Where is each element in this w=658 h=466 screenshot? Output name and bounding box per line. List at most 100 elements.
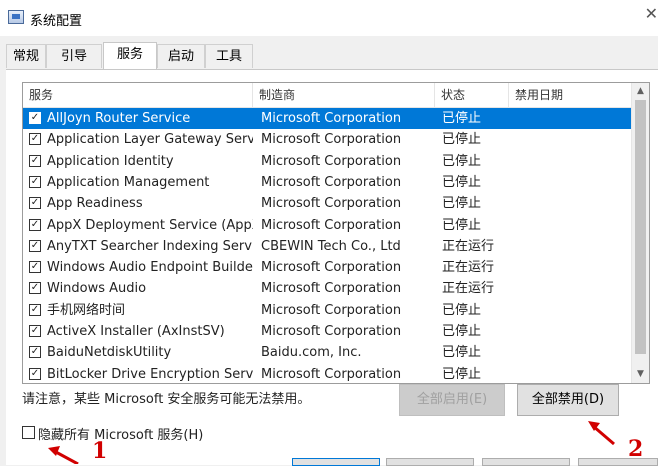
service-manufacturer: Microsoft Corporation: [261, 366, 402, 382]
service-disable-date: [515, 257, 625, 278]
disable-all-button[interactable]: 全部禁用(D): [517, 384, 619, 416]
table-row[interactable]: ✓ BaiduNetdiskUtility Baidu.com, Inc. 已停止: [23, 342, 631, 363]
service-status: 正在运行: [442, 260, 495, 276]
service-name: AllJoyn Router Service: [47, 111, 191, 126]
table-row[interactable]: ✓ Windows Audio Endpoint Builder Microsoft…: [23, 257, 631, 278]
service-name: BitLocker Drive Encryption Service: [47, 366, 253, 382]
service-disable-date: [515, 300, 625, 321]
service-status: 已停止: [442, 111, 482, 126]
service-checkbox[interactable]: ✓: [29, 154, 41, 167]
service-status: 正在运行: [442, 281, 495, 297]
service-manufacturer: Microsoft Corporation: [261, 196, 402, 212]
close-icon[interactable]: ✕: [645, 4, 658, 23]
table-row[interactable]: ✓ Application Layer Gateway Service Micros…: [23, 129, 631, 150]
table-row[interactable]: ✓ AppX Deployment Service (AppX... Microso…: [23, 215, 631, 236]
service-status: 已停止: [442, 217, 482, 233]
list-header: 服务 制造商 状态 禁用日期: [23, 83, 631, 108]
service-disable-date: [515, 151, 625, 172]
system-config-app-icon: [8, 10, 24, 24]
apply-button[interactable]: [482, 458, 570, 466]
service-manufacturer: Microsoft Corporation: [261, 153, 402, 169]
annotation-number-1: 1: [92, 438, 108, 464]
service-disable-date: [515, 215, 625, 236]
service-disable-date: [515, 236, 625, 257]
service-name: Application Management: [47, 174, 210, 190]
scroll-down-icon[interactable]: ▼: [632, 366, 649, 383]
service-manufacturer: Microsoft Corporation: [261, 111, 402, 126]
service-status: 正在运行: [442, 238, 495, 254]
service-checkbox[interactable]: ✓: [29, 367, 41, 380]
table-row[interactable]: ✓ AllJoyn Router Service Microsoft Corpora…: [23, 108, 631, 129]
hide-ms-services-checkbox[interactable]: [22, 426, 35, 439]
tab-tools[interactable]: 工具: [205, 44, 253, 68]
table-row[interactable]: ✓ ActiveX Installer (AxInstSV) Microsoft C…: [23, 321, 631, 342]
service-name: Windows Audio: [47, 281, 147, 297]
service-checkbox[interactable]: ✓: [29, 325, 41, 337]
service-manufacturer: Microsoft Corporation: [261, 302, 402, 318]
service-status: 已停止: [442, 345, 482, 361]
service-manufacturer: Microsoft Corporation: [261, 324, 402, 339]
column-header-status[interactable]: 状态: [435, 83, 509, 107]
service-manufacturer: CBEWIN Tech Co., Ltd: [261, 238, 401, 254]
service-checkbox[interactable]: ✓: [29, 346, 41, 359]
service-checkbox[interactable]: ✓: [29, 175, 41, 188]
service-name: BaiduNetdiskUtility: [47, 345, 172, 361]
ok-button[interactable]: [292, 458, 380, 466]
table-row[interactable]: ✓ Windows Audio Microsoft Corporation 正在运行: [23, 278, 631, 299]
service-disable-date: [515, 129, 625, 150]
service-checkbox[interactable]: ✓: [29, 133, 41, 146]
service-name: ActiveX Installer (AxInstSV): [47, 324, 225, 339]
table-row[interactable]: ✓ AnyTXT Searcher Indexing Service CBEWIN …: [23, 236, 631, 257]
tab-boot[interactable]: 引导: [46, 44, 102, 68]
service-checkbox[interactable]: ✓: [29, 197, 41, 210]
service-manufacturer: Microsoft Corporation: [261, 281, 402, 297]
scroll-up-icon[interactable]: ▲: [632, 83, 649, 100]
table-row[interactable]: ✓ App Readiness Microsoft Corporation 已停止: [23, 193, 631, 214]
service-manufacturer: Baidu.com, Inc.: [261, 345, 362, 361]
service-disable-date: [515, 364, 625, 383]
service-status: 已停止: [442, 153, 482, 169]
column-header-service[interactable]: 服务: [23, 83, 253, 107]
help-button[interactable]: [578, 458, 658, 466]
service-checkbox[interactable]: ✓: [29, 303, 41, 316]
service-status: 已停止: [442, 132, 482, 148]
tab-startup[interactable]: 启动: [157, 44, 205, 68]
service-manufacturer: Microsoft Corporation: [261, 260, 402, 276]
service-status: 已停止: [442, 196, 482, 212]
service-manufacturer: Microsoft Corporation: [261, 132, 402, 148]
table-row[interactable]: ✓ 手机网络时间 Microsoft Corporation 已停止: [23, 300, 631, 321]
table-row[interactable]: ✓ Application Identity Microsoft Corporati…: [23, 151, 631, 172]
service-checkbox[interactable]: ✓: [29, 239, 41, 252]
service-status: 已停止: [442, 302, 482, 318]
service-disable-date: [515, 342, 625, 363]
table-row[interactable]: ✓ BitLocker Drive Encryption Service Micro…: [23, 364, 631, 383]
service-name: Application Layer Gateway Service: [47, 132, 253, 148]
tab-general[interactable]: 常规: [6, 44, 46, 68]
hide-ms-services-label: 隐藏所有 Microsoft 服务(H): [38, 428, 204, 443]
column-header-disable-date[interactable]: 禁用日期: [509, 83, 631, 107]
vertical-scrollbar[interactable]: ▲ ▼: [631, 83, 649, 383]
service-name: App Readiness: [47, 196, 143, 212]
window-title: 系统配置: [30, 14, 83, 29]
table-row[interactable]: ✓ Application Management Microsoft Corpora…: [23, 172, 631, 193]
enable-all-button[interactable]: 全部启用(E): [399, 384, 505, 416]
cancel-button[interactable]: [386, 458, 474, 466]
service-checkbox[interactable]: ✓: [29, 218, 41, 231]
service-checkbox[interactable]: ✓: [29, 112, 41, 124]
services-list[interactable]: 服务 制造商 状态 禁用日期 ✓ AllJoyn Router Service Mi…: [22, 82, 650, 384]
title-bar: 系统配置 ✕: [0, 0, 658, 36]
service-name: Windows Audio Endpoint Builder: [47, 260, 253, 276]
service-disable-date: [515, 278, 625, 299]
service-status: 已停止: [442, 366, 482, 382]
service-disable-date: [515, 321, 625, 342]
tab-services[interactable]: 服务: [103, 42, 157, 69]
service-checkbox[interactable]: ✓: [29, 261, 41, 274]
service-name: Application Identity: [47, 153, 174, 169]
service-checkbox[interactable]: ✓: [29, 282, 41, 295]
scroll-thumb[interactable]: [635, 100, 646, 354]
service-status: 已停止: [442, 174, 482, 190]
service-manufacturer: Microsoft Corporation: [261, 217, 402, 233]
service-disable-date: [515, 108, 625, 129]
service-manufacturer: Microsoft Corporation: [261, 174, 402, 190]
column-header-manufacturer[interactable]: 制造商: [253, 83, 435, 107]
